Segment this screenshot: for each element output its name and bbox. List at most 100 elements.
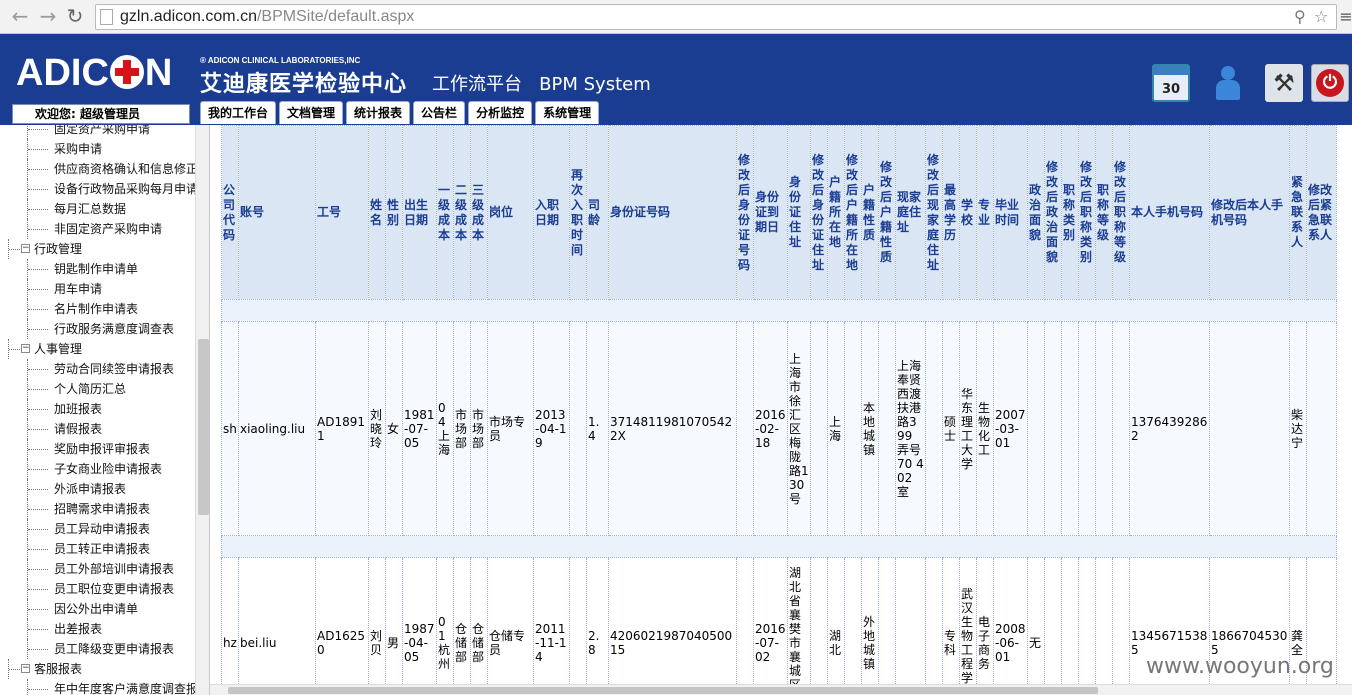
sidebar-item[interactable]: 出差报表 bbox=[0, 619, 196, 639]
tools-icon[interactable]: ⚒ bbox=[1265, 64, 1303, 102]
sidebar-item-label: 子女商业险申请报表 bbox=[54, 462, 163, 476]
sidebar-item-label: 设备行政物品采购每月申请 bbox=[54, 182, 196, 196]
horizontal-scrollbar[interactable] bbox=[210, 684, 1352, 695]
collapse-toggle-icon[interactable]: − bbox=[21, 244, 30, 253]
sidebar-item[interactable]: 招聘需求申请报表 bbox=[0, 499, 196, 519]
sidebar-item-label: 钥匙制作申请单 bbox=[54, 262, 139, 276]
sidebar-item[interactable]: 用车申请 bbox=[0, 279, 196, 299]
sidebar-item[interactable]: 非固定资产采购申请 bbox=[0, 219, 196, 239]
column-header: 再次入职时间 bbox=[569, 125, 587, 300]
forward-arrow-icon[interactable]: → bbox=[36, 5, 60, 29]
sidebar-group[interactable]: − 人事管理 bbox=[0, 339, 196, 359]
sidebar-item[interactable]: 年中年度客户满意度调查报表 bbox=[0, 679, 196, 695]
table-header-row: 公司代码 账号 工号 姓名 性别 出生日期 一级成本 二级成本 三级成本 岗位 入职日期 再次入职时间… bbox=[221, 125, 1337, 300]
column-header: 修改后职称类别 bbox=[1078, 125, 1096, 300]
column-header: 专业 bbox=[976, 125, 994, 300]
sidebar-item[interactable]: 供应商资格确认和信息修正 bbox=[0, 159, 196, 179]
tab-bulletin[interactable]: 公告栏 bbox=[413, 101, 466, 124]
sidebar-item[interactable]: 行政服务满意度调查表 bbox=[0, 319, 196, 339]
sidebar-item[interactable]: 个人简历汇总 bbox=[0, 379, 196, 399]
address-bar[interactable]: gzln.adicon.com.cn/BPMSite/default.aspx … bbox=[95, 4, 1337, 30]
calendar-icon[interactable]: 30 bbox=[1152, 64, 1190, 102]
tab-system[interactable]: 系统管理 bbox=[535, 101, 600, 124]
employee-table: 公司代码 账号 工号 姓名 性别 出生日期 一级成本 二级成本 三级成本 岗位 入职日期 再次入职时间… bbox=[221, 125, 1337, 695]
sidebar-group[interactable]: − 行政管理 bbox=[0, 239, 196, 259]
sidebar-item[interactable]: 固定资产采购申请 bbox=[0, 125, 196, 139]
table-cell: 武汉生物工程学院 bbox=[959, 557, 977, 695]
column-header: 修改后户籍所在地 bbox=[844, 125, 862, 300]
user-icon[interactable] bbox=[1209, 64, 1247, 102]
sidebar-item[interactable]: 请假报表 bbox=[0, 419, 196, 439]
sidebar-item[interactable]: 外派申请报表 bbox=[0, 479, 196, 499]
sidebar-scroll-thumb[interactable] bbox=[198, 339, 209, 515]
table-cell: 外地城镇 bbox=[861, 557, 879, 695]
column-header: 一级成本 bbox=[436, 125, 454, 300]
sidebar-item[interactable]: 因公外出申请单 bbox=[0, 599, 196, 619]
table-cell: 2.8 bbox=[586, 557, 609, 695]
sidebar-item-label: 非固定资产采购申请 bbox=[54, 222, 163, 236]
logo-chinese: 艾迪康医学检验中心 bbox=[200, 72, 408, 97]
sidebar-item-label: 采购申请 bbox=[54, 142, 103, 156]
table-cell bbox=[1027, 321, 1045, 536]
sidebar-item[interactable]: 子女商业险申请报表 bbox=[0, 459, 196, 479]
spacer-cell bbox=[221, 299, 1337, 322]
column-header: 入职日期 bbox=[533, 125, 570, 300]
collapse-toggle-icon[interactable]: − bbox=[21, 664, 30, 673]
sidebar-item[interactable]: 钥匙制作申请单 bbox=[0, 259, 196, 279]
power-icon[interactable]: ⏻ bbox=[1311, 64, 1349, 102]
sidebar-item[interactable]: 员工转正申请报表 bbox=[0, 539, 196, 559]
horizontal-scroll-thumb[interactable] bbox=[228, 687, 1098, 694]
sidebar-item[interactable]: 员工职位变更申请报表 bbox=[0, 579, 196, 599]
tab-analytics[interactable]: 分析监控 bbox=[468, 101, 533, 124]
sidebar-item[interactable]: 每月汇总数据 bbox=[0, 199, 196, 219]
sidebar-scrollbar[interactable] bbox=[195, 125, 209, 695]
star-icon[interactable]: ☆ bbox=[1314, 7, 1328, 26]
collapse-toggle-icon[interactable]: − bbox=[21, 344, 30, 353]
column-header: 姓名 bbox=[368, 125, 386, 300]
table-cell: 仓储专员 bbox=[487, 557, 534, 695]
menu-icon[interactable]: ≡ bbox=[1334, 6, 1352, 30]
table-cell bbox=[810, 321, 828, 536]
sidebar-group[interactable]: − 客服报表 bbox=[0, 659, 196, 679]
table-cell bbox=[1078, 321, 1096, 536]
sidebar-item[interactable]: 加班报表 bbox=[0, 399, 196, 419]
table-cell bbox=[569, 321, 587, 536]
table-cell: 男 bbox=[385, 557, 403, 695]
table-row[interactable]: sh xiaoling.liu AD18911 刘晓玲女 1981-07-05 04上海市… bbox=[221, 321, 1337, 536]
table-cell bbox=[736, 321, 754, 536]
sidebar-item[interactable]: 员工外部培训申请报表 bbox=[0, 559, 196, 579]
column-header: 紧急联系人 bbox=[1289, 125, 1307, 300]
sidebar-item[interactable]: 采购申请 bbox=[0, 139, 196, 159]
table-cell: 刘贝 bbox=[368, 557, 386, 695]
cross-icon bbox=[109, 55, 144, 89]
sidebar-item[interactable]: 劳动合同续签申请报表 bbox=[0, 359, 196, 379]
sidebar-item[interactable]: 奖励申报评审报表 bbox=[0, 439, 196, 459]
watermark: www.wooyun.org bbox=[1146, 654, 1334, 679]
sidebar-item-label: 加班报表 bbox=[54, 402, 103, 416]
tab-reports[interactable]: 统计报表 bbox=[346, 101, 411, 124]
table-cell: 04上海 bbox=[436, 321, 454, 536]
column-header: 修改后身份证住址 bbox=[810, 125, 828, 300]
table-cell: 无 bbox=[1027, 557, 1045, 695]
table-cell: 柴达宁 bbox=[1289, 321, 1307, 536]
key-icon[interactable]: ⚲ bbox=[1294, 7, 1306, 26]
column-header: 工号 bbox=[315, 125, 369, 300]
table-cell: 420602198704050015 bbox=[608, 557, 737, 695]
sidebar-tree: 固定资产采购申请采购申请供应商资格确认和信息修正设备行政物品采购每月申请每月汇总… bbox=[0, 125, 196, 695]
tab-documents[interactable]: 文档管理 bbox=[279, 101, 344, 124]
sidebar-item[interactable]: 名片制作申请表 bbox=[0, 299, 196, 319]
column-header: 本人手机号码 bbox=[1129, 125, 1210, 300]
column-header: 户籍性质 bbox=[861, 125, 879, 300]
table-cell: sh bbox=[221, 321, 239, 536]
spacer-row bbox=[221, 535, 1337, 558]
sidebar-item[interactable]: 员工异动申请报表 bbox=[0, 519, 196, 539]
back-arrow-icon[interactable]: ← bbox=[8, 5, 32, 29]
sidebar-item[interactable]: 设备行政物品采购每月申请 bbox=[0, 179, 196, 199]
column-header: 户籍所在地 bbox=[827, 125, 845, 300]
sidebar-item-label: 招聘需求申请报表 bbox=[54, 502, 151, 516]
reload-icon[interactable]: ↻ bbox=[63, 5, 87, 29]
table-cell bbox=[1044, 557, 1062, 695]
table-cell: 生物化工 bbox=[976, 321, 994, 536]
tab-workspace[interactable]: 我的工作台 bbox=[200, 101, 277, 124]
sidebar-item[interactable]: 员工降级变更申请报表 bbox=[0, 639, 196, 659]
